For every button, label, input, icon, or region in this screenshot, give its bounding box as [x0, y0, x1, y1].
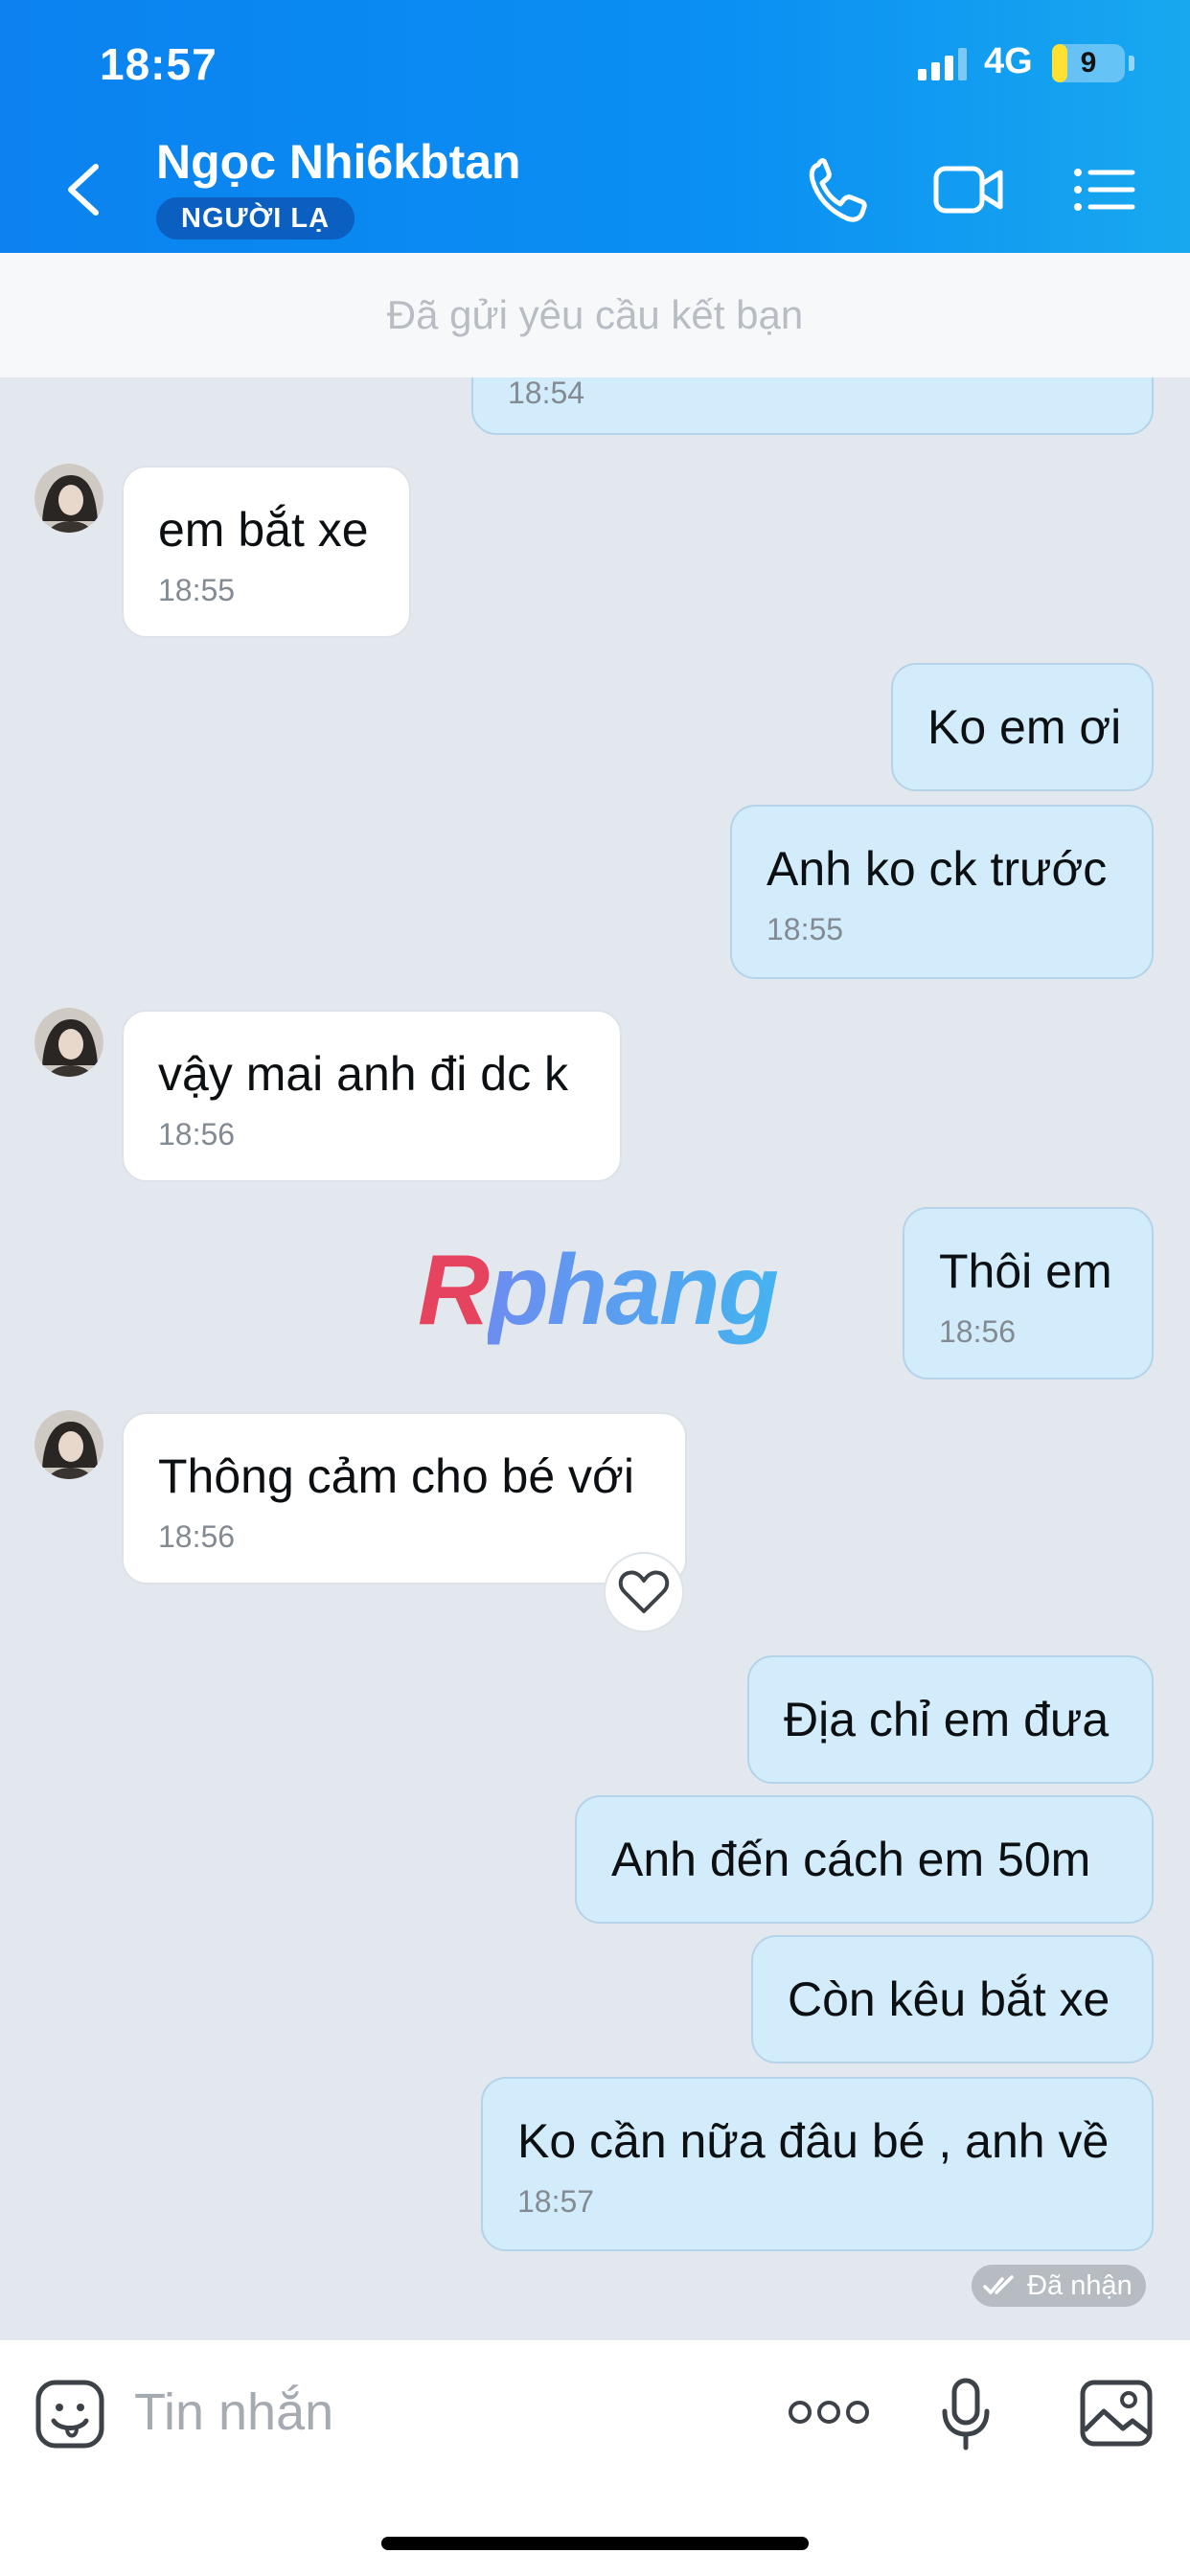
- message-bubble-outgoing[interactable]: Ko cần nữa đâu bé , anh về 18:57: [481, 2077, 1154, 2251]
- message-bubble-outgoing[interactable]: Ko em ơi: [891, 663, 1154, 791]
- home-indicator: [381, 2537, 809, 2550]
- message-bubble-outgoing[interactable]: Anh đến cách em 50m: [575, 1795, 1154, 1924]
- signal-icon: [918, 48, 967, 80]
- sticker-icon[interactable]: [34, 2379, 105, 2450]
- contact-avatar[interactable]: [34, 1008, 103, 1077]
- message-text: Ko em ơi: [927, 700, 1122, 754]
- message-time: 18:55: [158, 573, 236, 607]
- message-time: 18:56: [939, 1314, 1017, 1349]
- image-icon[interactable]: [1079, 2379, 1154, 2448]
- video-call-icon[interactable]: [931, 153, 1004, 226]
- message-bubble-incoming[interactable]: Thông cảm cho bé với 18:56: [122, 1412, 687, 1584]
- heart-react-button[interactable]: [604, 1552, 684, 1632]
- message-text: Địa chỉ em đưa: [784, 1693, 1110, 1746]
- contact-name[interactable]: Ngọc Nhi6kbtan: [156, 134, 521, 190]
- heart-icon: [618, 1570, 670, 1613]
- network-type: 4G: [984, 41, 1033, 81]
- back-arrow-icon[interactable]: [54, 153, 111, 226]
- more-icon[interactable]: [786, 2396, 872, 2428]
- battery-level: 9: [1080, 47, 1097, 79]
- menu-list-icon[interactable]: [1071, 153, 1136, 226]
- message-time: 18:55: [767, 912, 844, 946]
- battery-icon: 9: [1052, 44, 1125, 82]
- message-time: 18:56: [158, 1519, 236, 1554]
- friend-request-banner: Đã gửi yêu cầu kết bạn: [0, 253, 1190, 377]
- message-bubble-outgoing[interactable]: Còn kêu bắt xe: [751, 1935, 1154, 2063]
- stranger-badge: NGƯỜI LẠ: [156, 197, 355, 239]
- microphone-icon[interactable]: [939, 2377, 993, 2453]
- message-text: Anh đến cách em 50m: [611, 1833, 1091, 1886]
- message-text: Ko cần nữa đâu bé , anh về: [517, 2114, 1110, 2168]
- message-bubble-outgoing[interactable]: Anh ko ck trước 18:55: [730, 805, 1154, 979]
- message-text: Còn kêu bắt xe: [788, 1972, 1110, 2026]
- message-bubble-incoming[interactable]: em bắt xe 18:55: [122, 466, 411, 638]
- contact-avatar[interactable]: [34, 464, 103, 533]
- message-bubble-outgoing[interactable]: Địa chỉ em đưa: [747, 1655, 1154, 1784]
- delivery-status-text: Đã nhận: [1027, 2270, 1133, 2301]
- message-input[interactable]: Tin nhắn: [134, 2379, 728, 2446]
- message-time: 18:56: [158, 1117, 236, 1151]
- message-time: 18:54: [508, 376, 585, 410]
- message-text: Thôi em: [939, 1244, 1112, 1298]
- watermark-logo: Rphang: [418, 1235, 779, 1346]
- message-time: 18:57: [517, 2184, 595, 2219]
- message-bubble-outgoing[interactable]: Thôi em 18:56: [903, 1207, 1154, 1379]
- message-text: vậy mai anh đi dc k: [158, 1047, 568, 1101]
- double-check-icon: [983, 2275, 1014, 2294]
- status-time: 18:57: [100, 39, 217, 89]
- contact-avatar[interactable]: [34, 1410, 103, 1479]
- battery-cap: [1129, 56, 1134, 71]
- chat-header: 18:57 4G 9 Ngọc Nhi6kbtan NGƯỜI LẠ: [0, 0, 1190, 253]
- message-text: Thông cảm cho bé với: [158, 1449, 634, 1503]
- phone-icon[interactable]: [805, 153, 868, 226]
- message-text: Anh ko ck trước: [767, 842, 1108, 896]
- message-text: em bắt xe: [158, 503, 369, 557]
- message-bubble-incoming[interactable]: vậy mai anh đi dc k 18:56: [122, 1010, 622, 1182]
- delivery-status-badge: Đã nhận: [972, 2265, 1146, 2307]
